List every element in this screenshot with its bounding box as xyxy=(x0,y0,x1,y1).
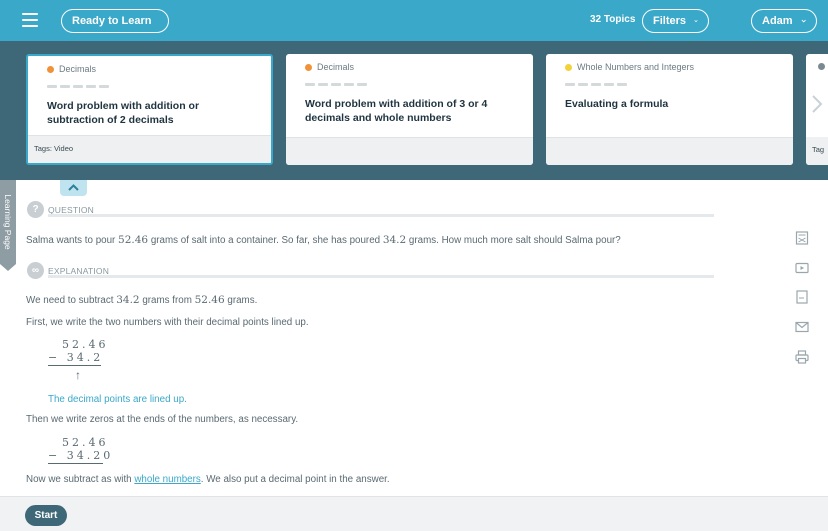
topic-card[interactable]: Decimals Word problem with addition of 3… xyxy=(286,54,533,165)
question-text: Salma wants to pour 52.46 grams of salt … xyxy=(26,234,621,246)
filters-button[interactable]: Filters xyxy=(642,9,709,33)
category-label: Whole Numbers and Integers xyxy=(577,62,695,72)
topics-count: 32 Topics xyxy=(590,14,636,25)
explanation-line-4: Now we subtract as with whole numbers. W… xyxy=(26,474,390,485)
card-footer xyxy=(286,137,533,165)
math-bottom-number: − 34.2 xyxy=(48,351,104,364)
topic-card[interactable]: Decimals Word problem with addition or s… xyxy=(26,54,273,165)
bottom-bar: Start xyxy=(0,496,828,531)
question-heading: QUESTION xyxy=(48,204,94,215)
category-label: Decimals xyxy=(317,62,355,72)
question-text-part: grams. How much more salt should Salma p… xyxy=(406,235,621,246)
progress-dashes xyxy=(47,85,109,88)
question-number: 34.2 xyxy=(382,234,407,246)
explanation-divider xyxy=(48,275,714,278)
topic-carousel: Decimals Word problem with addition or s… xyxy=(0,41,828,180)
progress-dashes xyxy=(565,83,627,86)
category-label: Decimals xyxy=(59,64,97,74)
card-category: Whole Numbers and Integers xyxy=(565,62,694,72)
whole-numbers-link[interactable]: whole numbers xyxy=(134,474,200,485)
card-footer xyxy=(546,137,793,165)
topic-card[interactable]: Whole Numbers and Integers Evaluating a … xyxy=(546,54,793,165)
math-top-number: 52.46 xyxy=(62,436,109,449)
category-dot xyxy=(818,63,825,70)
chevron-up-icon xyxy=(68,184,79,191)
learning-page-tab[interactable]: Learning Page xyxy=(0,180,16,271)
video-icon[interactable] xyxy=(795,261,809,275)
ready-to-learn-dropdown[interactable]: Ready to Learn xyxy=(61,9,169,33)
card-category: Decimals xyxy=(305,62,354,72)
explanation-line-1: We need to subtract 34.2 grams from 52.4… xyxy=(26,294,257,306)
user-name: Adam xyxy=(762,15,793,27)
explanation-text-part: . We also put a decimal point in the ans… xyxy=(200,474,390,485)
decimal-note: The decimal points are lined up. xyxy=(48,394,187,405)
card-tags-partial: Tag xyxy=(812,145,825,154)
card-tags: Tags: Video xyxy=(34,144,74,153)
question-text-part: Salma wants to pour xyxy=(26,235,119,246)
learning-page-label: Learning Page xyxy=(3,194,13,250)
math-top-number: 52.46 xyxy=(62,338,109,351)
card-footer: Tags: Video xyxy=(28,135,271,163)
mail-icon[interactable] xyxy=(795,320,809,334)
explanation-text-part: grams. xyxy=(224,295,258,306)
ready-to-learn-label: Ready to Learn xyxy=(72,15,152,27)
explanation-text-part: We need to subtract xyxy=(26,295,117,306)
chevron-down-icon xyxy=(801,19,806,23)
question-icon: ? xyxy=(27,201,44,218)
explanation-heading: EXPLANATION xyxy=(48,265,110,276)
explanation-text-part: grams from xyxy=(139,295,195,306)
tab-notch xyxy=(0,264,16,271)
user-menu[interactable]: Adam xyxy=(751,9,817,33)
print-icon[interactable] xyxy=(795,350,809,364)
filters-label: Filters xyxy=(653,15,687,27)
question-number: 52.46 xyxy=(118,234,149,246)
math-rule xyxy=(48,463,103,464)
card-footer: Tag xyxy=(806,137,828,165)
math-bottom-number: − 34.20 xyxy=(48,449,114,462)
chevron-down-icon xyxy=(694,20,698,23)
dictionary-icon[interactable] xyxy=(795,290,809,304)
math-rule xyxy=(48,365,101,366)
category-dot xyxy=(305,63,312,71)
card-category: Decimals xyxy=(47,64,96,74)
progress-dashes xyxy=(305,83,367,86)
collapse-cards-button[interactable] xyxy=(60,180,87,196)
explanation-line-2: First, we write the two numbers with the… xyxy=(26,317,309,328)
chevron-right-icon[interactable] xyxy=(810,93,824,115)
question-text-part: grams of salt into a container. So far, … xyxy=(148,235,383,246)
explanation-text-part: Now we subtract as with xyxy=(26,474,135,485)
card-title: Word problem with addition or subtractio… xyxy=(47,100,200,126)
question-divider xyxy=(48,214,714,217)
explanation-line-3: Then we write zeros at the ends of the n… xyxy=(26,414,299,425)
calculator-icon[interactable] xyxy=(795,231,809,245)
arrow-up-icon: ↑ xyxy=(75,368,81,382)
hamburger-icon[interactable] xyxy=(22,13,38,27)
infinity-icon: ∞ xyxy=(27,262,44,279)
explanation-number: 34.2 xyxy=(116,294,140,306)
category-dot xyxy=(47,65,54,73)
card-title: Word problem with addition of 3 or 4 dec… xyxy=(305,98,488,124)
start-button[interactable]: Start xyxy=(25,505,67,526)
card-title: Evaluating a formula xyxy=(565,98,669,110)
top-bar: Ready to Learn 32 Topics Filters Adam xyxy=(0,0,828,41)
category-dot xyxy=(565,63,572,71)
explanation-number: 52.46 xyxy=(194,294,225,306)
